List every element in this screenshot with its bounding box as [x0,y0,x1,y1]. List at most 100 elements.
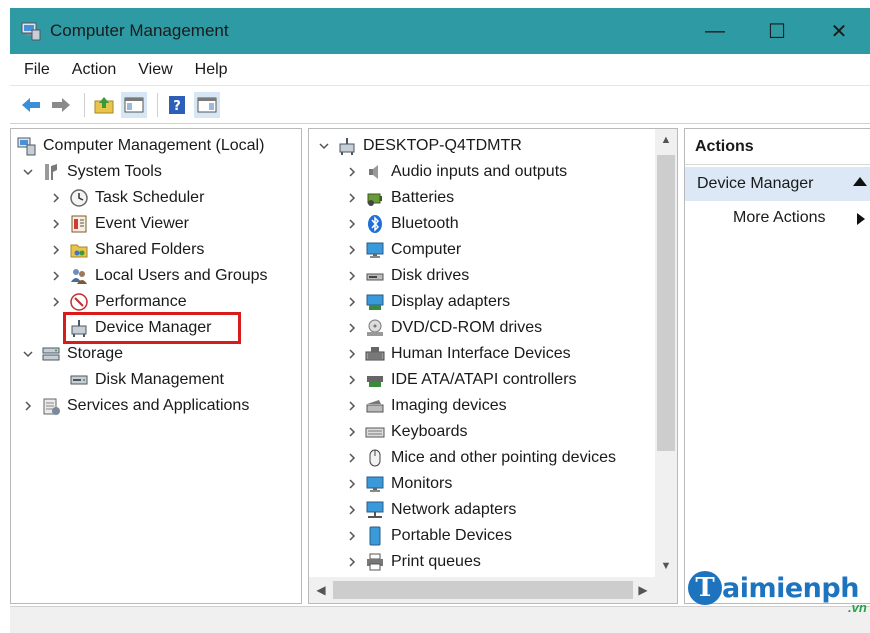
horizontal-scrollbar[interactable]: ◀ ▶ [309,577,677,603]
device-category-print-queues[interactable]: Print queues [345,549,481,575]
device-category-mice[interactable]: Mice and other pointing devices [345,445,616,471]
device-category-label: Network adapters [391,501,517,518]
collapse-up-icon[interactable] [853,177,867,186]
chevron-right-icon[interactable] [49,295,63,309]
chevron-right-icon[interactable] [345,503,359,517]
chevron-down-icon[interactable] [21,347,35,361]
performance-icon [69,292,89,312]
chevron-right-icon[interactable] [345,347,359,361]
chevron-right-icon[interactable] [345,425,359,439]
menu-help[interactable]: Help [195,61,228,79]
show-hide-console-tree-icon[interactable] [121,91,147,118]
device-category-portable-devices[interactable]: Portable Devices [345,523,512,549]
chevron-right-icon[interactable] [345,165,359,179]
chevron-right-icon[interactable] [49,191,63,205]
tree-item-shared-folders[interactable]: Shared Folders [49,237,204,263]
help-icon[interactable]: ? [164,92,190,118]
tree-item-label: Disk Management [95,371,224,388]
scroll-right-arrow-icon[interactable]: ▶ [631,577,655,603]
tree-item-label: System Tools [67,163,162,180]
show-action-pane-icon[interactable] [194,91,220,118]
chevron-right-icon[interactable] [49,269,63,283]
up-folder-icon[interactable] [91,92,117,118]
chevron-right-icon[interactable] [345,451,359,465]
tree-item-local-users-and-groups[interactable]: Local Users and Groups [49,263,268,289]
device-category-label: Display adapters [391,293,511,310]
menu-view[interactable]: View [138,61,172,79]
chevron-right-icon[interactable] [345,243,359,257]
chevron-right-icon[interactable] [345,321,359,335]
device-category-ide-ata[interactable]: IDE ATA/ATAPI controllers [345,367,577,393]
computer-tree-icon [337,136,357,156]
chevron-down-icon[interactable] [317,139,331,153]
menu-action[interactable]: Action [72,61,116,79]
device-category-label: Disk drives [391,267,470,284]
device-category-batteries[interactable]: Batteries [345,185,454,211]
submenu-arrow-icon [857,213,865,225]
device-category-monitors[interactable]: Monitors [345,471,452,497]
vertical-scrollbar[interactable]: ▲ ▼ [655,129,677,577]
device-category-dvd-cd-rom[interactable]: DVD/CD-ROM drives [345,315,542,341]
chevron-right-icon[interactable] [49,243,63,257]
device-category-hid[interactable]: Human Interface Devices [345,341,571,367]
scroll-down-arrow-icon[interactable]: ▼ [655,555,677,577]
toolbar: ? [10,86,870,124]
device-category-network-adapters[interactable]: Network adapters [345,497,516,523]
shared-folder-icon [69,240,89,260]
scroll-left-arrow-icon[interactable]: ◀ [309,577,333,603]
toolbar-separator [84,92,85,117]
device-category-label: Keyboards [391,423,468,440]
tree-item-services-and-applications[interactable]: Services and Applications [21,393,249,419]
event-log-icon [69,214,89,234]
tree-item-label: Task Scheduler [95,189,205,206]
chevron-right-icon[interactable] [345,555,359,569]
maximize-button[interactable]: ☐ [746,8,808,54]
tree-item-event-viewer[interactable]: Event Viewer [49,211,189,237]
actions-section-device-manager[interactable]: Device Manager [685,167,870,201]
tree-item-storage[interactable]: Storage [21,341,123,367]
monitor-icon [365,474,385,494]
device-category-disk-drives[interactable]: Disk drives [345,263,469,289]
chevron-right-icon[interactable] [345,399,359,413]
device-category-bluetooth[interactable]: Bluetooth [345,211,459,237]
chevron-down-icon[interactable] [21,165,35,179]
actions-header: Actions [685,129,870,165]
minimize-button[interactable]: — [684,8,746,54]
chevron-right-icon[interactable] [345,269,359,283]
battery-icon [365,188,385,208]
device-category-keyboards[interactable]: Keyboards [345,419,468,445]
device-category-computer[interactable]: Computer [345,237,461,263]
more-actions-item[interactable]: More Actions [733,205,865,231]
device-tree-root[interactable]: DESKTOP-Q4TDMTR [317,133,522,159]
scrollbar-thumb[interactable] [333,581,633,599]
chevron-right-icon[interactable] [345,295,359,309]
camera-icon [365,396,385,416]
device-category-audio[interactable]: Audio inputs and outputs [345,159,567,185]
device-category-label: DVD/CD-ROM drives [391,319,543,336]
watermark-text: aimienph [722,572,859,604]
chevron-right-icon[interactable] [345,191,359,205]
device-category-label: Bluetooth [391,215,459,232]
device-category-label: Print queues [391,553,481,570]
tree-item-computer-management-local[interactable]: Computer Management (Local) [17,133,264,159]
device-category-label: Batteries [391,189,455,206]
users-icon [69,266,89,286]
chevron-right-icon[interactable] [345,373,359,387]
disk-drive-icon [365,266,385,286]
chevron-right-icon[interactable] [345,217,359,231]
chevron-right-icon[interactable] [21,399,35,413]
chevron-right-icon[interactable] [345,529,359,543]
chevron-right-icon[interactable] [345,477,359,491]
forward-icon[interactable] [48,92,74,118]
menu-file[interactable]: File [24,61,50,79]
chevron-right-icon[interactable] [49,217,63,231]
device-category-imaging[interactable]: Imaging devices [345,393,507,419]
tree-item-system-tools[interactable]: System Tools [21,159,162,185]
device-category-display-adapters[interactable]: Display adapters [345,289,510,315]
scrollbar-thumb[interactable] [657,155,675,451]
scroll-up-arrow-icon[interactable]: ▲ [655,129,677,151]
back-icon[interactable] [18,92,44,118]
tree-item-disk-management[interactable]: Disk Management [63,367,224,393]
tree-item-task-scheduler[interactable]: Task Scheduler [49,185,204,211]
close-button[interactable]: ✕ [808,8,870,54]
